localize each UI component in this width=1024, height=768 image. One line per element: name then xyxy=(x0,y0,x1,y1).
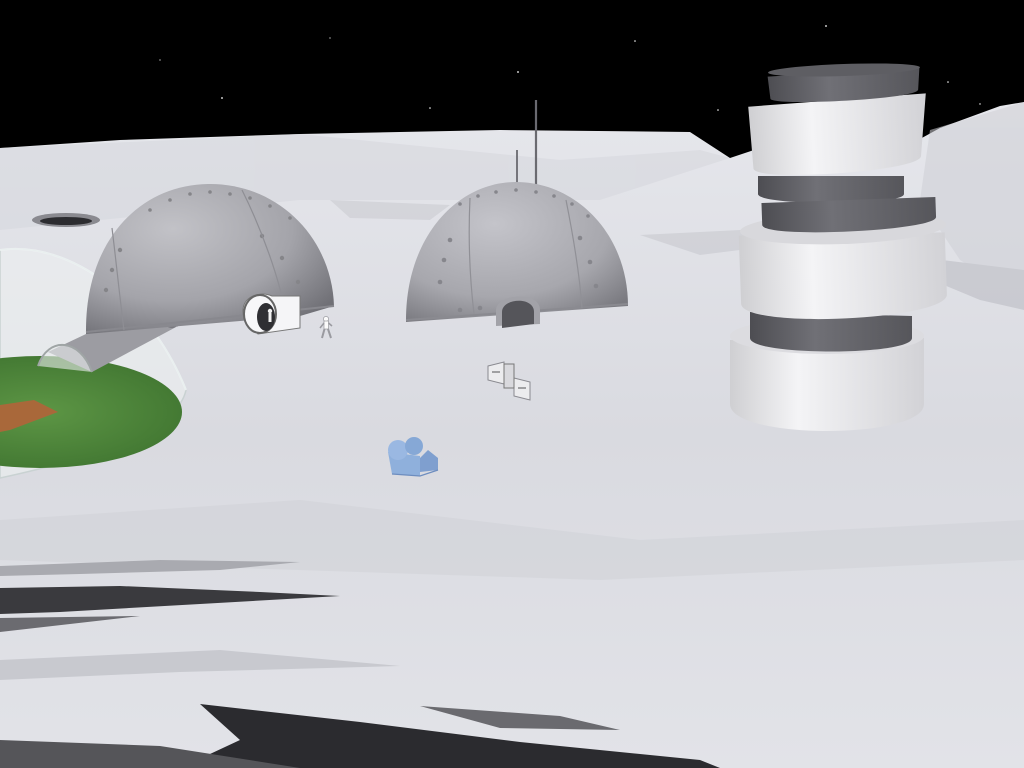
airlock-tube[interactable] xyxy=(242,293,301,335)
dome-door[interactable] xyxy=(496,296,540,328)
crater xyxy=(32,213,100,227)
cylindrical-tower[interactable] xyxy=(730,61,948,431)
lunar-scene[interactable] xyxy=(0,0,1024,768)
game-viewport[interactable] xyxy=(0,0,1024,768)
